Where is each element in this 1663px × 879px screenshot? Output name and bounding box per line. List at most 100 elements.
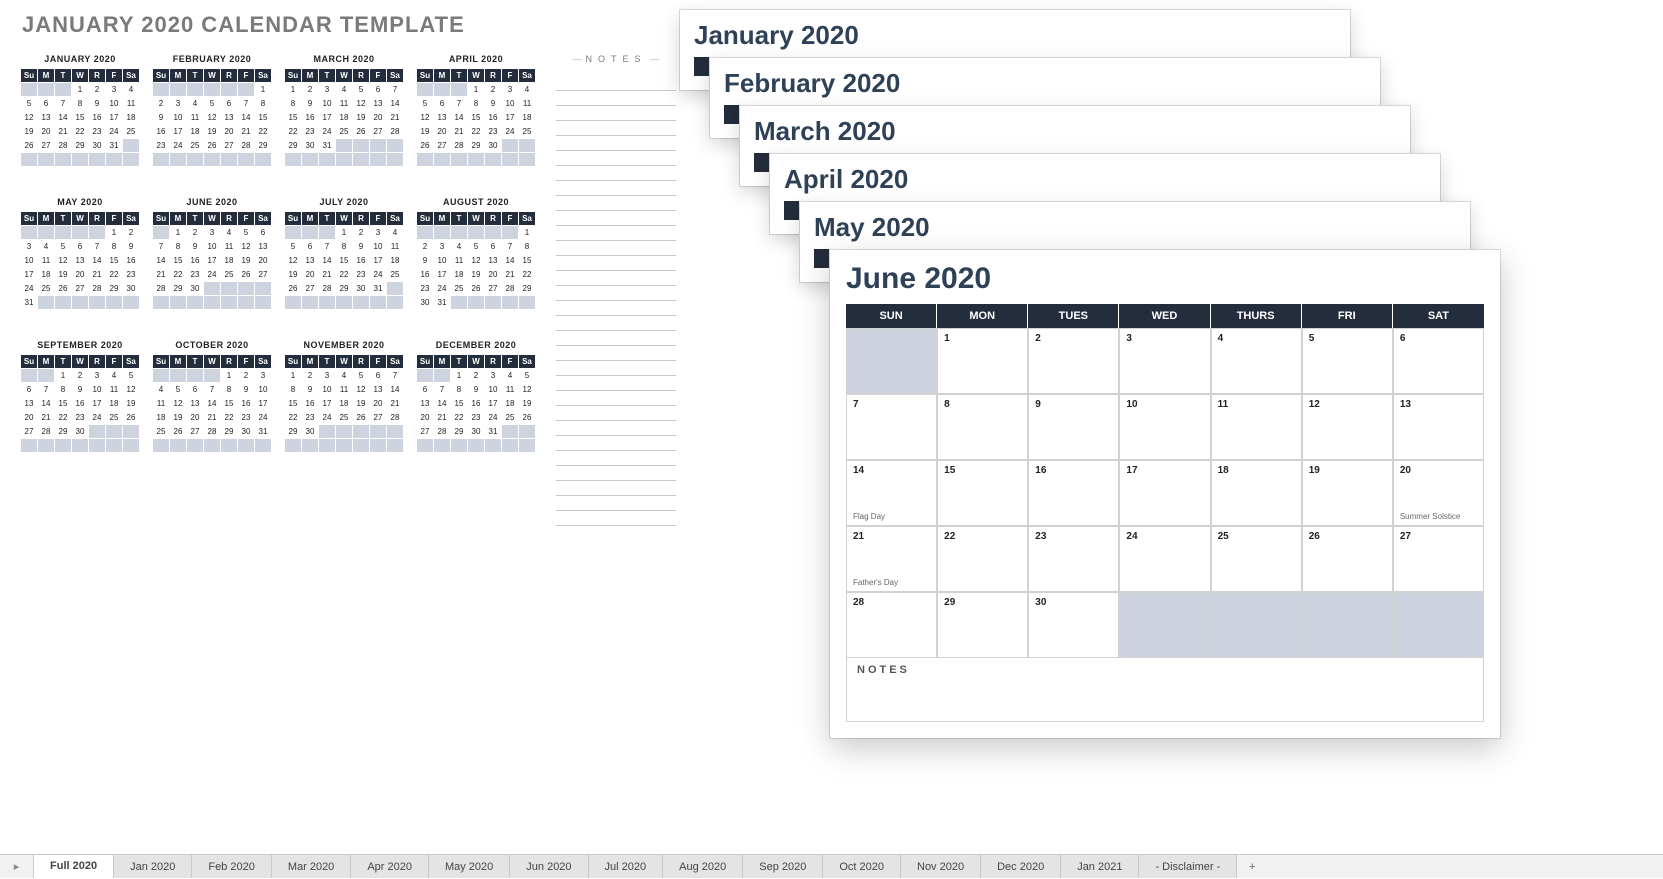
sheet-tab[interactable]: Mar 2020: [272, 855, 351, 878]
mini-day-cell: 16: [187, 254, 204, 268]
note-line[interactable]: [556, 76, 676, 91]
note-line[interactable]: [556, 181, 676, 196]
day-cell[interactable]: 14Flag Day: [846, 460, 937, 526]
day-cell[interactable]: 29: [937, 592, 1028, 658]
mini-day-cell: [468, 153, 485, 167]
sheet-tab[interactable]: Feb 2020: [192, 855, 271, 878]
sheet-tab[interactable]: - Disclaimer -: [1139, 855, 1237, 878]
mini-day-cell: 26: [353, 125, 370, 139]
note-line[interactable]: [556, 361, 676, 376]
note-line[interactable]: [556, 196, 676, 211]
note-line[interactable]: [556, 211, 676, 226]
sheet-tab[interactable]: Jul 2020: [589, 855, 664, 878]
day-cell[interactable]: 16: [1028, 460, 1119, 526]
note-line[interactable]: [556, 106, 676, 121]
month-sheet-title: June 2020: [846, 262, 1484, 296]
day-cell[interactable]: [1393, 592, 1484, 658]
sheet-tab[interactable]: Oct 2020: [823, 855, 901, 878]
mini-day-cell: 16: [485, 111, 502, 125]
sheet-tab[interactable]: Jun 2020: [510, 855, 588, 878]
note-line[interactable]: [556, 496, 676, 511]
day-cell[interactable]: [1302, 592, 1393, 658]
day-cell[interactable]: 26: [1302, 526, 1393, 592]
sheet-tab[interactable]: Nov 2020: [901, 855, 981, 878]
note-line[interactable]: [556, 331, 676, 346]
day-cell[interactable]: 30: [1028, 592, 1119, 658]
day-cell[interactable]: 20Summer Solstice: [1393, 460, 1484, 526]
note-line[interactable]: [556, 436, 676, 451]
mini-day-cell: 3: [204, 226, 221, 240]
sheet-tab[interactable]: May 2020: [429, 855, 510, 878]
day-cell[interactable]: 8: [937, 394, 1028, 460]
sheet-tab[interactable]: Sep 2020: [743, 855, 823, 878]
note-line[interactable]: [556, 121, 676, 136]
day-cell[interactable]: 7: [846, 394, 937, 460]
sheet-tab[interactable]: Jan 2021: [1061, 855, 1139, 878]
note-line[interactable]: [556, 406, 676, 421]
note-line[interactable]: [556, 241, 676, 256]
day-cell[interactable]: 28: [846, 592, 937, 658]
note-line[interactable]: [556, 346, 676, 361]
mini-dow-header: Su: [285, 212, 302, 226]
tab-scroll-icon[interactable]: ▸: [0, 855, 34, 878]
day-cell[interactable]: 24: [1119, 526, 1210, 592]
day-cell[interactable]: 18: [1211, 460, 1302, 526]
note-line[interactable]: [556, 271, 676, 286]
day-cell[interactable]: 11: [1211, 394, 1302, 460]
day-cell[interactable]: 12: [1302, 394, 1393, 460]
note-line[interactable]: [556, 316, 676, 331]
sheet-tab[interactable]: Jan 2020: [114, 855, 192, 878]
note-line[interactable]: [556, 91, 676, 106]
month-notes-area[interactable]: NOTES: [846, 658, 1484, 722]
mini-day-cell: 24: [319, 125, 336, 139]
day-cell[interactable]: 3: [1119, 328, 1210, 394]
note-line[interactable]: [556, 391, 676, 406]
day-cell[interactable]: 23: [1028, 526, 1119, 592]
sheet-tab[interactable]: Full 2020: [34, 855, 114, 879]
note-line[interactable]: [556, 421, 676, 436]
sheet-tab[interactable]: Apr 2020: [351, 855, 429, 878]
day-cell[interactable]: 1: [937, 328, 1028, 394]
note-line[interactable]: [556, 226, 676, 241]
sheet-tab[interactable]: Aug 2020: [663, 855, 743, 878]
note-line[interactable]: [556, 466, 676, 481]
note-line[interactable]: [556, 166, 676, 181]
day-cell[interactable]: 10: [1119, 394, 1210, 460]
mini-day-cell: 20: [434, 125, 451, 139]
day-cell[interactable]: 13: [1393, 394, 1484, 460]
sheet-tab[interactable]: Dec 2020: [981, 855, 1061, 878]
note-line[interactable]: [556, 151, 676, 166]
note-line[interactable]: [556, 511, 676, 526]
day-cell[interactable]: 17: [1119, 460, 1210, 526]
note-line[interactable]: [556, 481, 676, 496]
mini-day-cell: 15: [519, 254, 536, 268]
day-cell[interactable]: [1119, 592, 1210, 658]
day-cell[interactable]: [1211, 592, 1302, 658]
day-cell[interactable]: 2: [1028, 328, 1119, 394]
mini-day-cell: 17: [106, 111, 123, 125]
note-line[interactable]: [556, 376, 676, 391]
mini-day-cell: 22: [519, 268, 536, 282]
mini-day-cell: [55, 296, 72, 310]
day-cell[interactable]: 6: [1393, 328, 1484, 394]
add-sheet-button[interactable]: +: [1237, 855, 1267, 878]
day-cell[interactable]: 15: [937, 460, 1028, 526]
day-cell[interactable]: 4: [1211, 328, 1302, 394]
mini-dow-header: W: [204, 212, 221, 226]
note-line[interactable]: [556, 301, 676, 316]
day-cell[interactable]: [846, 328, 937, 394]
note-line[interactable]: [556, 451, 676, 466]
day-cell[interactable]: 25: [1211, 526, 1302, 592]
day-cell[interactable]: 19: [1302, 460, 1393, 526]
day-cell[interactable]: 27: [1393, 526, 1484, 592]
mini-day-cell: 21: [502, 268, 519, 282]
day-cell[interactable]: 22: [937, 526, 1028, 592]
day-cell[interactable]: 21Father's Day: [846, 526, 937, 592]
note-line[interactable]: [556, 286, 676, 301]
mini-day-cell: [170, 83, 187, 97]
day-cell[interactable]: 9: [1028, 394, 1119, 460]
mini-day-cell: 24: [89, 411, 106, 425]
note-line[interactable]: [556, 136, 676, 151]
day-cell[interactable]: 5: [1302, 328, 1393, 394]
note-line[interactable]: [556, 256, 676, 271]
